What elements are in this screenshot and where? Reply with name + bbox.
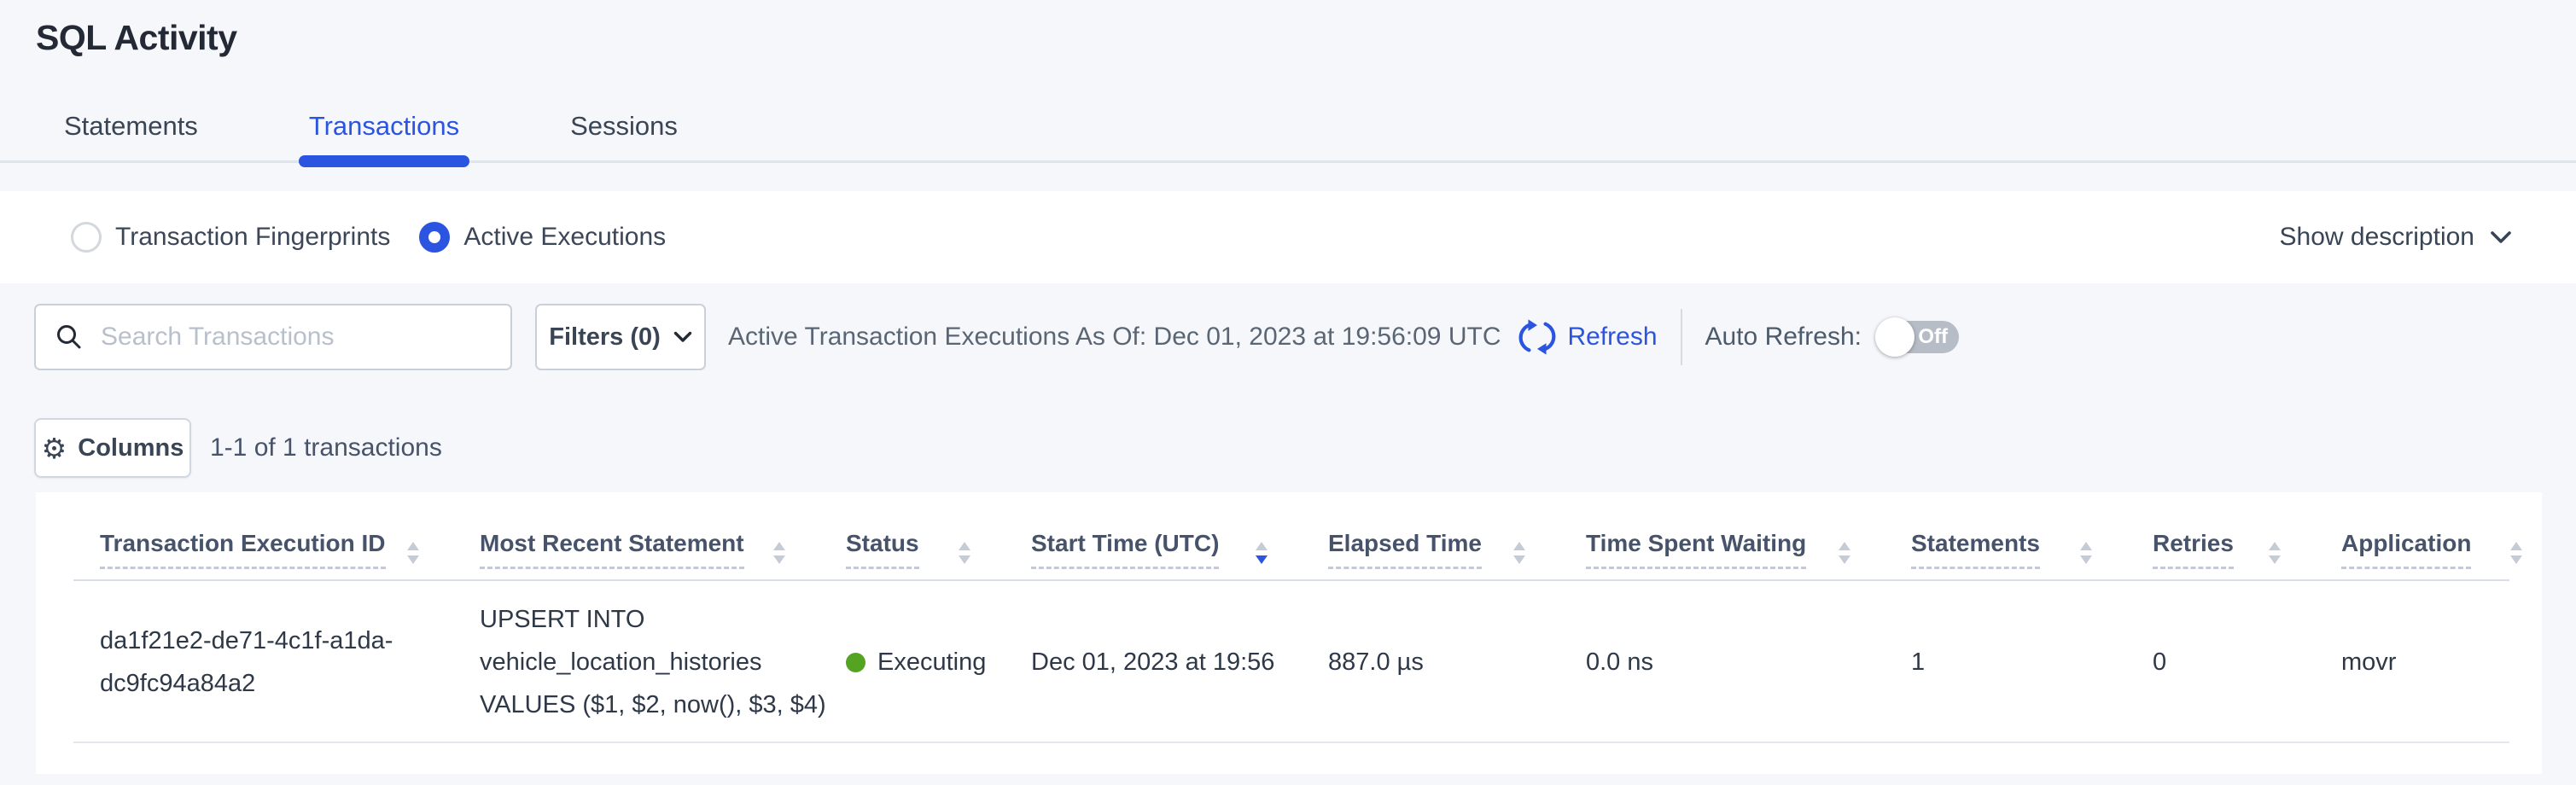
sort-icon	[1838, 542, 1851, 564]
radio-unselected-icon	[71, 222, 102, 253]
refresh-button[interactable]: Refresh	[1518, 317, 1657, 357]
refresh-label: Refresh	[1567, 323, 1657, 352]
toggle-state-label: Off	[1918, 325, 1959, 349]
status-label: Executing	[877, 641, 986, 683]
view-mode-bar: Transaction Fingerprints Active Executio…	[0, 191, 2576, 283]
tab-statements[interactable]: Statements	[54, 113, 208, 160]
sort-icon	[2268, 542, 2282, 564]
radio-transaction-fingerprints[interactable]: Transaction Fingerprints	[71, 222, 390, 253]
sort-icon	[406, 542, 420, 564]
radio-selected-icon	[419, 222, 450, 253]
column-header-retries[interactable]: Retries	[2153, 530, 2341, 581]
auto-refresh-label: Auto Refresh:	[1705, 323, 1862, 352]
search-input[interactable]	[99, 322, 510, 352]
radio-active-executions[interactable]: Active Executions	[419, 222, 666, 253]
cell-status: Executing	[846, 641, 1031, 683]
transactions-table: Transaction Execution ID Most Recent Sta…	[36, 492, 2542, 774]
sort-icon	[2079, 542, 2093, 564]
page-title: SQL Activity	[36, 17, 2576, 58]
sort-icon	[2509, 542, 2523, 564]
column-header-elapsed-time[interactable]: Elapsed Time	[1328, 530, 1586, 581]
column-header-statements[interactable]: Statements	[1911, 530, 2153, 581]
sort-icon	[958, 542, 971, 564]
column-header-start-time[interactable]: Start Time (UTC)	[1031, 530, 1328, 581]
tab-sessions[interactable]: Sessions	[560, 113, 688, 160]
cell-retries: 0	[2153, 641, 2341, 683]
filters-button[interactable]: Filters (0)	[535, 304, 706, 370]
chevron-down-icon	[2490, 230, 2512, 244]
toggle-knob	[1875, 317, 1915, 357]
columns-button[interactable]: ⚙︎ Columns	[34, 418, 191, 478]
cell-start-time: Dec 01, 2023 at 19:56	[1031, 641, 1328, 683]
table-row[interactable]: da1f21e2-de71-4c1f-a1da-dc9fc94a84a2 UPS…	[36, 581, 2542, 743]
show-description-label: Show description	[2280, 223, 2474, 252]
show-description-toggle[interactable]: Show description	[2280, 223, 2512, 252]
divider	[1681, 309, 1682, 365]
tab-bar: Statements Transactions Sessions	[0, 113, 2576, 163]
sort-icon-desc-active	[1255, 542, 1268, 564]
columns-button-label: Columns	[78, 434, 184, 462]
sql-activity-page: SQL Activity Statements Transactions Ses…	[0, 0, 2576, 785]
search-icon	[55, 323, 84, 352]
column-header-application[interactable]: Application	[2341, 530, 2544, 581]
auto-refresh-toggle[interactable]: Off	[1877, 321, 1959, 353]
cell-application: movr	[2341, 641, 2544, 683]
filters-label: Filters (0)	[549, 323, 661, 352]
column-header-most-recent-statement[interactable]: Most Recent Statement	[480, 530, 846, 581]
result-count: 1-1 of 1 transactions	[210, 433, 442, 462]
tab-transactions[interactable]: Transactions	[299, 113, 469, 160]
sort-icon	[1512, 542, 1526, 564]
cell-time-spent-waiting: 0.0 ns	[1586, 641, 1911, 683]
table-header-row: Transaction Execution ID Most Recent Sta…	[36, 492, 2542, 581]
cell-statements: 1	[1911, 641, 2153, 683]
cell-most-recent-statement: UPSERT INTO vehicle_location_histories V…	[480, 598, 846, 726]
gear-icon: ⚙︎	[42, 434, 67, 462]
table-toolbar: ⚙︎ Columns 1-1 of 1 transactions	[34, 418, 2542, 478]
sort-icon	[772, 542, 786, 564]
chevron-down-icon	[673, 331, 692, 343]
cell-elapsed-time: 887.0 µs	[1328, 641, 1586, 683]
as-of-text: Active Transaction Executions As Of: Dec…	[728, 323, 1501, 352]
column-header-status[interactable]: Status	[846, 530, 1031, 581]
column-header-time-spent-waiting[interactable]: Time Spent Waiting	[1586, 530, 1911, 581]
cell-transaction-execution-id: da1f21e2-de71-4c1f-a1da-dc9fc94a84a2	[100, 619, 423, 705]
radio-label: Transaction Fingerprints	[115, 223, 390, 252]
radio-label: Active Executions	[463, 223, 666, 252]
search-input-wrapper[interactable]	[34, 304, 512, 370]
refresh-icon	[1518, 317, 1557, 357]
status-executing-dot-icon	[846, 653, 865, 672]
controls-row: Filters (0) Active Transaction Execution…	[34, 304, 2542, 370]
column-header-transaction-execution-id[interactable]: Transaction Execution ID	[100, 530, 480, 581]
